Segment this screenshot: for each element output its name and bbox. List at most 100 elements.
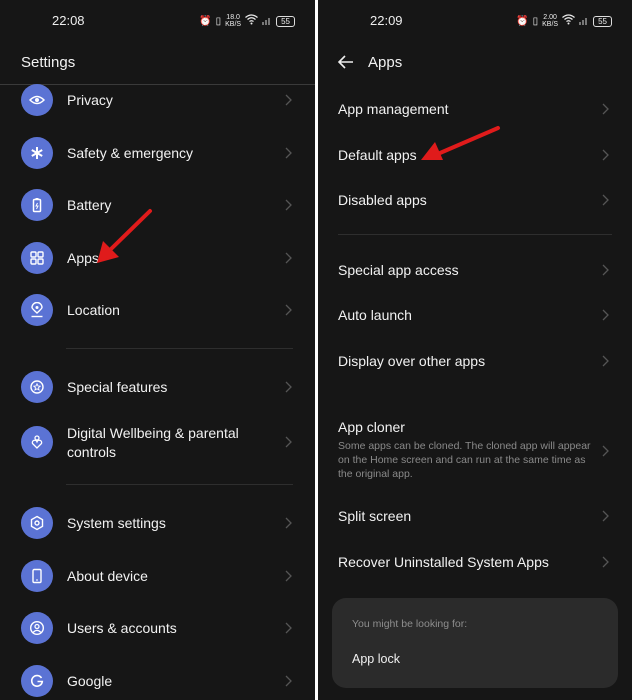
- page-title: Settings: [21, 54, 76, 71]
- wellbeing-heart-icon: [21, 426, 53, 458]
- apps-item-app-cloner[interactable]: App cloner Some apps can be cloned. The …: [318, 418, 632, 484]
- hexagon-gear-icon: [21, 507, 53, 539]
- item-label: Display over other apps: [338, 352, 486, 369]
- chevron-right-icon: [285, 436, 292, 448]
- vibrate-icon: ▯: [532, 15, 539, 27]
- chevron-right-icon: [285, 381, 292, 393]
- vibrate-icon: ▯: [215, 15, 222, 27]
- apps-item-disabled-apps[interactable]: Disabled apps: [318, 190, 632, 210]
- section-divider: [338, 234, 612, 235]
- chevron-right-icon: [602, 309, 609, 321]
- chevron-right-icon: [285, 199, 292, 211]
- settings-item-battery[interactable]: Battery: [0, 189, 315, 221]
- settings-item-about-device[interactable]: About device: [0, 560, 315, 592]
- suggestion-card: You might be looking for: App lock: [332, 598, 618, 688]
- signal-icon: [579, 15, 589, 28]
- status-icons: ⏰ ▯ 18.0 KB/S 55: [199, 14, 295, 28]
- status-time: 22:08: [52, 13, 85, 28]
- chevron-right-icon: [602, 355, 609, 367]
- item-label: System settings: [67, 514, 166, 531]
- battery-indicator: 55: [593, 15, 612, 27]
- chevron-right-icon: [285, 570, 292, 582]
- apps-item-special-app-access[interactable]: Special app access: [318, 260, 632, 280]
- phone-icon: [21, 560, 53, 592]
- chevron-right-icon: [285, 675, 292, 687]
- item-label: Auto launch: [338, 306, 412, 323]
- suggestion-hint: You might be looking for:: [352, 618, 468, 630]
- chevron-right-icon: [285, 517, 292, 529]
- item-label: Location: [67, 301, 120, 318]
- item-label: Recover Uninstalled System Apps: [338, 553, 549, 570]
- speed-value: 2.00: [543, 14, 557, 21]
- speed-value: 18.0: [226, 14, 240, 21]
- wifi-icon: [245, 14, 259, 28]
- signal-icon: [262, 15, 272, 28]
- status-bar: 22:09 ⏰ ▯ 2.00 KB/S 55: [318, 12, 632, 30]
- item-label: Google: [67, 672, 113, 689]
- settings-item-digital-wellbeing[interactable]: Digital Wellbeing & parental controls: [0, 425, 315, 460]
- chevron-right-icon: [285, 304, 292, 316]
- settings-item-system-settings[interactable]: System settings: [0, 507, 315, 539]
- settings-item-special-features[interactable]: Special features: [0, 371, 315, 403]
- annotation-arrow: [97, 209, 152, 263]
- settings-item-location[interactable]: Location: [0, 294, 315, 326]
- battery-icon: [21, 189, 53, 221]
- page-title: Apps: [368, 54, 403, 71]
- settings-item-privacy[interactable]: Privacy: [0, 84, 315, 116]
- apps-item-app-management[interactable]: App management: [318, 99, 632, 119]
- chevron-right-icon: [285, 622, 292, 634]
- chevron-right-icon: [602, 510, 609, 522]
- apps-item-auto-launch[interactable]: Auto launch: [318, 305, 632, 325]
- privacy-eye-icon: [21, 84, 53, 116]
- item-description: Some apps can be cloned. The cloned app …: [338, 440, 591, 480]
- apps-item-display-over-other-apps[interactable]: Display over other apps: [318, 351, 632, 371]
- asterisk-icon: [21, 137, 53, 169]
- apps-item-recover-uninstalled[interactable]: Recover Uninstalled System Apps: [318, 552, 632, 572]
- item-label: Split screen: [338, 507, 412, 524]
- status-time: 22:09: [370, 13, 403, 28]
- apps-item-split-screen[interactable]: Split screen: [318, 506, 632, 526]
- status-bar: 22:08 ⏰ ▯ 18.0 KB/S 55: [0, 12, 315, 30]
- alarm-icon: ⏰: [516, 15, 529, 27]
- item-label: Default apps: [338, 146, 417, 163]
- network-speed: 2.00 KB/S: [542, 14, 558, 28]
- chevron-right-icon: [285, 147, 292, 159]
- chevron-right-icon: [285, 252, 292, 264]
- item-label: Special features: [67, 378, 168, 395]
- chevron-right-icon: [285, 94, 292, 106]
- chevron-right-icon: [602, 264, 609, 276]
- settings-screen: 22:08 ⏰ ▯ 18.0 KB/S 55 Settings Privacy S…: [0, 0, 315, 700]
- chevron-right-icon: [602, 149, 609, 161]
- annotation-arrow: [421, 126, 500, 160]
- settings-item-apps[interactable]: Apps: [0, 242, 315, 274]
- network-speed: 18.0 KB/S: [225, 14, 241, 28]
- section-divider: [66, 484, 293, 485]
- chevron-right-icon: [602, 103, 609, 115]
- speed-unit: KB/S: [225, 21, 242, 28]
- item-label: About device: [67, 567, 148, 584]
- suggestion-app-lock[interactable]: App lock: [352, 652, 400, 666]
- user-circle-icon: [21, 612, 53, 644]
- speed-unit: KB/S: [542, 21, 559, 28]
- back-arrow-icon[interactable]: [336, 52, 356, 72]
- apps-grid-icon: [21, 242, 53, 274]
- item-label: Special app access: [338, 261, 459, 278]
- chevron-right-icon: [602, 194, 609, 206]
- battery-indicator: 55: [276, 15, 295, 27]
- item-label: App management: [338, 100, 449, 117]
- section-divider: [66, 348, 293, 349]
- item-label: App cloner: [338, 419, 405, 435]
- settings-item-users-accounts[interactable]: Users & accounts: [0, 612, 315, 644]
- item-label: Privacy: [67, 91, 113, 108]
- settings-item-safety[interactable]: Safety & emergency: [0, 137, 315, 169]
- location-pin-icon: [21, 294, 53, 326]
- item-label: Users & accounts: [67, 619, 177, 636]
- star-circle-icon: [21, 371, 53, 403]
- item-label: Disabled apps: [338, 191, 427, 208]
- chevron-right-icon: [602, 556, 609, 568]
- chevron-right-icon: [602, 445, 609, 457]
- settings-item-google[interactable]: Google: [0, 665, 315, 697]
- item-label: Digital Wellbeing & parental controls: [67, 425, 239, 460]
- apps-screen: 22:09 ⏰ ▯ 2.00 KB/S 55 Apps App managemen…: [318, 0, 632, 700]
- google-g-icon: [21, 665, 53, 697]
